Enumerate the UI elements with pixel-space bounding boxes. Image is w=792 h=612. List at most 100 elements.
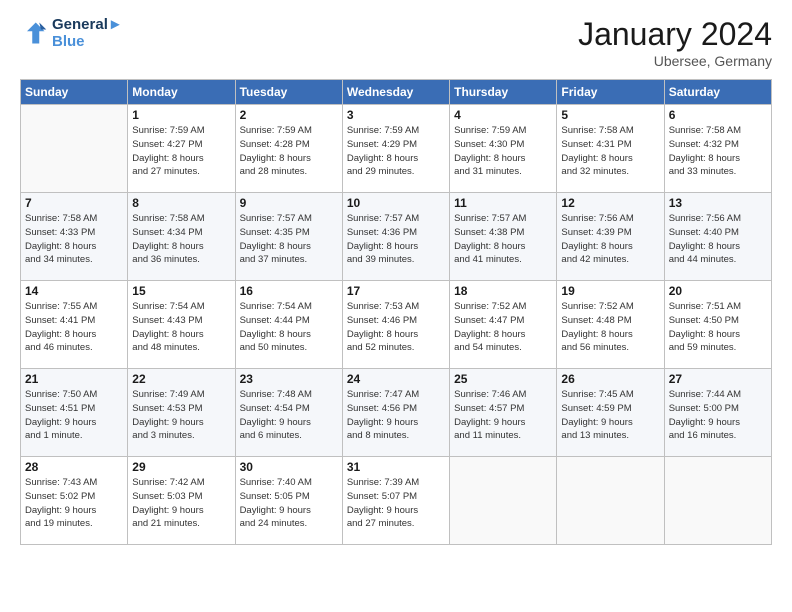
day-info: Sunrise: 7:48 AM Sunset: 4:54 PM Dayligh… — [240, 388, 338, 443]
day-info: Sunrise: 7:54 AM Sunset: 4:44 PM Dayligh… — [240, 300, 338, 355]
day-info: Sunrise: 7:40 AM Sunset: 5:05 PM Dayligh… — [240, 476, 338, 531]
day-info: Sunrise: 7:52 AM Sunset: 4:47 PM Dayligh… — [454, 300, 552, 355]
calendar-week-row: 7 Sunrise: 7:58 AM Sunset: 4:33 PM Daylig… — [21, 193, 772, 281]
table-row: 29 Sunrise: 7:42 AM Sunset: 5:03 PM Dayli… — [128, 457, 235, 545]
day-number: 10 — [347, 196, 445, 210]
day-info: Sunrise: 7:51 AM Sunset: 4:50 PM Dayligh… — [669, 300, 767, 355]
day-info: Sunrise: 7:59 AM Sunset: 4:27 PM Dayligh… — [132, 124, 230, 179]
day-number: 5 — [561, 108, 659, 122]
table-row: 14 Sunrise: 7:55 AM Sunset: 4:41 PM Dayli… — [21, 281, 128, 369]
table-row: 20 Sunrise: 7:51 AM Sunset: 4:50 PM Dayli… — [664, 281, 771, 369]
day-number: 12 — [561, 196, 659, 210]
day-info: Sunrise: 7:59 AM Sunset: 4:29 PM Dayligh… — [347, 124, 445, 179]
table-row: 26Sunrise: 7:45 AM Sunset: 4:59 PM Dayli… — [557, 369, 664, 457]
table-row: 5 Sunrise: 7:58 AM Sunset: 4:31 PM Daylig… — [557, 105, 664, 193]
day-info: Sunrise: 7:46 AM Sunset: 4:57 PM Dayligh… — [454, 388, 552, 443]
table-row: 22Sunrise: 7:49 AM Sunset: 4:53 PM Dayli… — [128, 369, 235, 457]
table-row: 19 Sunrise: 7:52 AM Sunset: 4:48 PM Dayli… — [557, 281, 664, 369]
title-block: January 2024 Ubersee, Germany — [578, 16, 772, 69]
table-row: 2Sunrise: 7:59 AM Sunset: 4:28 PM Daylig… — [235, 105, 342, 193]
table-row: 10 Sunrise: 7:57 AM Sunset: 4:36 PM Dayli… — [342, 193, 449, 281]
day-number: 4 — [454, 108, 552, 122]
day-info: Sunrise: 7:44 AM Sunset: 5:00 PM Dayligh… — [669, 388, 767, 443]
day-info: Sunrise: 7:58 AM Sunset: 4:31 PM Dayligh… — [561, 124, 659, 179]
col-saturday: Saturday — [664, 80, 771, 105]
day-info: Sunrise: 7:52 AM Sunset: 4:48 PM Dayligh… — [561, 300, 659, 355]
table-row: 21 Sunrise: 7:50 AM Sunset: 4:51 PM Dayli… — [21, 369, 128, 457]
day-number: 17 — [347, 284, 445, 298]
day-number: 3 — [347, 108, 445, 122]
col-monday: Monday — [128, 80, 235, 105]
table-row: 9Sunrise: 7:57 AM Sunset: 4:35 PM Daylig… — [235, 193, 342, 281]
page: General► Blue January 2024 Ubersee, Germ… — [0, 0, 792, 612]
header: General► Blue January 2024 Ubersee, Germ… — [20, 16, 772, 69]
table-row: 7 Sunrise: 7:58 AM Sunset: 4:33 PM Daylig… — [21, 193, 128, 281]
col-thursday: Thursday — [450, 80, 557, 105]
day-number: 23 — [240, 372, 338, 386]
day-number: 1 — [132, 108, 230, 122]
calendar-week-row: 28Sunrise: 7:43 AM Sunset: 5:02 PM Dayli… — [21, 457, 772, 545]
day-number: 27 — [669, 372, 767, 386]
day-info: Sunrise: 7:42 AM Sunset: 5:03 PM Dayligh… — [132, 476, 230, 531]
table-row: 27 Sunrise: 7:44 AM Sunset: 5:00 PM Dayli… — [664, 369, 771, 457]
day-number: 22 — [132, 372, 230, 386]
table-row: 23 Sunrise: 7:48 AM Sunset: 4:54 PM Dayli… — [235, 369, 342, 457]
day-number: 29 — [132, 460, 230, 474]
table-row: 6 Sunrise: 7:58 AM Sunset: 4:32 PM Daylig… — [664, 105, 771, 193]
day-info: Sunrise: 7:55 AM Sunset: 4:41 PM Dayligh… — [25, 300, 123, 355]
month-title: January 2024 — [578, 16, 772, 53]
day-number: 2 — [240, 108, 338, 122]
day-number: 15 — [132, 284, 230, 298]
col-wednesday: Wednesday — [342, 80, 449, 105]
day-number: 21 — [25, 372, 123, 386]
day-number: 14 — [25, 284, 123, 298]
table-row: 8Sunrise: 7:58 AM Sunset: 4:34 PM Daylig… — [128, 193, 235, 281]
day-info: Sunrise: 7:59 AM Sunset: 4:30 PM Dayligh… — [454, 124, 552, 179]
table-row: 12 Sunrise: 7:56 AM Sunset: 4:39 PM Dayli… — [557, 193, 664, 281]
location: Ubersee, Germany — [578, 53, 772, 69]
day-info: Sunrise: 7:50 AM Sunset: 4:51 PM Dayligh… — [25, 388, 123, 443]
day-info: Sunrise: 7:47 AM Sunset: 4:56 PM Dayligh… — [347, 388, 445, 443]
logo-icon — [20, 19, 48, 47]
day-info: Sunrise: 7:53 AM Sunset: 4:46 PM Dayligh… — [347, 300, 445, 355]
day-info: Sunrise: 7:57 AM Sunset: 4:38 PM Dayligh… — [454, 212, 552, 267]
calendar-week-row: 21 Sunrise: 7:50 AM Sunset: 4:51 PM Dayli… — [21, 369, 772, 457]
table-row — [21, 105, 128, 193]
table-row: 18 Sunrise: 7:52 AM Sunset: 4:47 PM Dayli… — [450, 281, 557, 369]
day-info: Sunrise: 7:58 AM Sunset: 4:32 PM Dayligh… — [669, 124, 767, 179]
table-row: 17 Sunrise: 7:53 AM Sunset: 4:46 PM Dayli… — [342, 281, 449, 369]
logo-text: General► Blue — [52, 16, 123, 50]
day-number: 31 — [347, 460, 445, 474]
day-info: Sunrise: 7:45 AM Sunset: 4:59 PM Dayligh… — [561, 388, 659, 443]
calendar-table: Sunday Monday Tuesday Wednesday Thursday… — [20, 79, 772, 545]
calendar-header-row: Sunday Monday Tuesday Wednesday Thursday… — [21, 80, 772, 105]
day-info: Sunrise: 7:54 AM Sunset: 4:43 PM Dayligh… — [132, 300, 230, 355]
day-number: 7 — [25, 196, 123, 210]
day-number: 19 — [561, 284, 659, 298]
table-row: 13 Sunrise: 7:56 AM Sunset: 4:40 PM Dayli… — [664, 193, 771, 281]
day-info: Sunrise: 7:39 AM Sunset: 5:07 PM Dayligh… — [347, 476, 445, 531]
day-info: Sunrise: 7:43 AM Sunset: 5:02 PM Dayligh… — [25, 476, 123, 531]
table-row — [664, 457, 771, 545]
day-number: 13 — [669, 196, 767, 210]
table-row: 24Sunrise: 7:47 AM Sunset: 4:56 PM Dayli… — [342, 369, 449, 457]
day-info: Sunrise: 7:56 AM Sunset: 4:40 PM Dayligh… — [669, 212, 767, 267]
day-number: 20 — [669, 284, 767, 298]
table-row: 25 Sunrise: 7:46 AM Sunset: 4:57 PM Dayli… — [450, 369, 557, 457]
day-info: Sunrise: 7:56 AM Sunset: 4:39 PM Dayligh… — [561, 212, 659, 267]
day-number: 30 — [240, 460, 338, 474]
logo: General► Blue — [20, 16, 123, 50]
day-number: 6 — [669, 108, 767, 122]
day-number: 25 — [454, 372, 552, 386]
table-row: 28Sunrise: 7:43 AM Sunset: 5:02 PM Dayli… — [21, 457, 128, 545]
day-number: 8 — [132, 196, 230, 210]
table-row: 16Sunrise: 7:54 AM Sunset: 4:44 PM Dayli… — [235, 281, 342, 369]
table-row: 15 Sunrise: 7:54 AM Sunset: 4:43 PM Dayli… — [128, 281, 235, 369]
day-info: Sunrise: 7:58 AM Sunset: 4:33 PM Dayligh… — [25, 212, 123, 267]
calendar-week-row: 14 Sunrise: 7:55 AM Sunset: 4:41 PM Dayli… — [21, 281, 772, 369]
day-number: 18 — [454, 284, 552, 298]
table-row: 1 Sunrise: 7:59 AM Sunset: 4:27 PM Daylig… — [128, 105, 235, 193]
day-info: Sunrise: 7:57 AM Sunset: 4:36 PM Dayligh… — [347, 212, 445, 267]
table-row — [557, 457, 664, 545]
table-row — [450, 457, 557, 545]
